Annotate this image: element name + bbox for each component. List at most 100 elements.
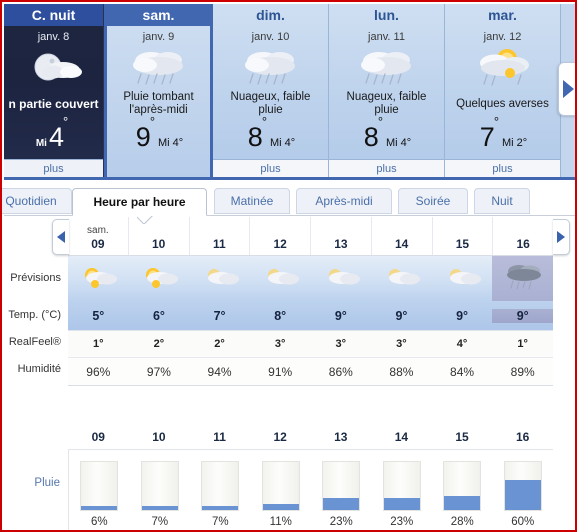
tab-soiree[interactable]: Soirée bbox=[398, 188, 468, 214]
temp-value: 8° bbox=[274, 308, 287, 323]
tab-nuit[interactable]: Nuit bbox=[474, 188, 530, 214]
rain-bar-fill bbox=[81, 506, 118, 510]
rain-bar-column: 23% bbox=[372, 450, 433, 530]
daily-card-temperatures: 8° Mi 4° bbox=[362, 114, 412, 153]
daily-card-more-link[interactable]: plus bbox=[213, 159, 328, 177]
daily-card-tuesday[interactable]: mar. janv. 12 Quelques averses 7° Mi 2° … bbox=[445, 4, 561, 177]
temp-prefix: Mi bbox=[35, 138, 47, 149]
rain-bar-column: 28% bbox=[432, 450, 493, 530]
rain-hour-label: 15 bbox=[455, 430, 469, 444]
realfeel-value: 4° bbox=[456, 338, 468, 350]
tab-label: Matinée bbox=[230, 194, 274, 208]
rain-bar bbox=[503, 461, 542, 511]
realfeel-value: 2° bbox=[153, 338, 165, 350]
rain-chart-hour-headers: 09 10 11 12 13 14 15 16 bbox=[68, 427, 553, 450]
daily-card-temperatures: 8° Mi 4° bbox=[246, 114, 295, 153]
rain-bar bbox=[80, 461, 119, 511]
rain-bar bbox=[322, 461, 361, 511]
daily-card-monday[interactable]: lun. janv. 11 Nuageux, faible pluie 8° M… bbox=[329, 4, 445, 177]
hourly-realfeel-row: 1° 2° 2° 3° 3° 3° 4° 1° bbox=[68, 330, 553, 358]
sun-cloud-icon bbox=[371, 256, 432, 301]
hourly-next-arrow-button[interactable] bbox=[553, 219, 570, 255]
rain-bar-value: 7% bbox=[151, 516, 169, 528]
daily-card-name: sam. bbox=[107, 4, 210, 26]
temp-value: 9° bbox=[395, 308, 408, 323]
daily-card-more-link[interactable]: plus bbox=[4, 159, 103, 177]
sun-cloud-icon bbox=[250, 256, 311, 301]
hour-label: 14 bbox=[394, 237, 409, 251]
daily-next-arrow-button[interactable] bbox=[558, 62, 575, 116]
tab-apres-midi[interactable]: Après-midi bbox=[296, 188, 392, 214]
rain-hour-label: 12 bbox=[273, 430, 287, 444]
rain-bar-fill bbox=[383, 498, 420, 510]
humidity-value: 91% bbox=[268, 364, 293, 379]
rain-hour-label: 10 bbox=[152, 430, 166, 444]
tab-matinee[interactable]: Matinée bbox=[214, 188, 290, 214]
daily-card-temperatures: Mi 4° bbox=[35, 114, 71, 153]
chevron-left-icon bbox=[57, 231, 65, 243]
hour-header-cell[interactable]: 11 bbox=[190, 217, 251, 255]
temp-value: 7° bbox=[213, 308, 226, 323]
sun-cloud-icon bbox=[68, 256, 129, 301]
tab-label: Heure par heure bbox=[93, 195, 186, 209]
hour-header-cell[interactable]: 14 bbox=[372, 217, 433, 255]
hour-header-cell[interactable]: 15 bbox=[433, 217, 494, 255]
rain-bar-fill bbox=[141, 506, 178, 510]
hourly-day-tag: sam. bbox=[87, 225, 109, 236]
daily-card-more-link[interactable]: plus bbox=[329, 159, 444, 177]
sun-rain-shower-icon bbox=[465, 46, 541, 90]
realfeel-value: 3° bbox=[396, 338, 407, 350]
hour-label: 12 bbox=[273, 237, 287, 251]
rain-bar bbox=[140, 461, 179, 511]
row-label-realfeel: RealFeel® bbox=[8, 336, 61, 348]
daily-card-date: janv. 9 bbox=[142, 31, 175, 43]
humidity-value: 89% bbox=[510, 364, 535, 379]
temp-value: 5° bbox=[92, 308, 105, 323]
rain-bar-value: 28% bbox=[450, 516, 474, 528]
hourly-prev-arrow-button[interactable] bbox=[52, 219, 69, 255]
daily-card-description: Pluie tombant l'après-midi bbox=[123, 91, 194, 116]
hour-header-cell[interactable]: 16 bbox=[493, 217, 553, 255]
humidity-value: 86% bbox=[328, 364, 353, 379]
hourly-forecast-icon-row bbox=[68, 256, 553, 301]
hourly-columns: sam. 09 10 11 12 13 14 15 16 5° 6° 7° 8°… bbox=[68, 217, 553, 386]
daily-card-tonight[interactable]: C. nuit janv. 8 n partie couvert Mi 4° p… bbox=[4, 4, 104, 177]
row-label-humidity: Humidité bbox=[17, 362, 61, 375]
rain-row-label: Pluie bbox=[34, 477, 60, 489]
daily-card-date: janv. 11 bbox=[368, 31, 405, 43]
daily-card-saturday[interactable]: sam. janv. 9 Pluie tombant l'après-midi … bbox=[104, 4, 213, 177]
hour-label: 10 bbox=[151, 237, 166, 251]
rain-bar bbox=[382, 461, 421, 511]
active-tab-pointer bbox=[137, 216, 153, 224]
daily-card-more-link[interactable]: plus bbox=[445, 159, 560, 177]
daily-card-date: janv. 10 bbox=[251, 31, 290, 43]
rain-probability-chart: 09 10 11 12 13 14 15 16 Pluie 6% 7% 7% 1… bbox=[4, 427, 575, 530]
rain-hour-label: 13 bbox=[334, 430, 348, 444]
temp-high: 8° bbox=[247, 114, 267, 152]
temp-value: 9° bbox=[456, 308, 469, 323]
realfeel-value: 2° bbox=[214, 338, 225, 350]
temp-low: Mi 4° bbox=[386, 137, 412, 149]
sun-cloud-icon bbox=[189, 256, 250, 301]
rain-bars-container: 6% 7% 7% 11% 23% 23% 28% 60% bbox=[68, 450, 553, 530]
weather-widget-frame: C. nuit janv. 8 n partie couvert Mi 4° p… bbox=[0, 0, 577, 532]
temp-low: Mi 4° bbox=[158, 137, 184, 149]
rain-bar-column: 6% bbox=[69, 450, 130, 530]
rain-bar-value: 11% bbox=[269, 516, 292, 528]
row-label-forecast: Prévisions bbox=[10, 271, 61, 284]
rain-cloud-icon bbox=[492, 256, 553, 301]
hour-label: 15 bbox=[455, 237, 470, 251]
realfeel-value: 3° bbox=[335, 338, 347, 350]
tab-quotidien[interactable]: Quotidien bbox=[2, 188, 72, 214]
daily-card-sunday[interactable]: dim. janv. 10 Nuageux, faible pluie 8° M… bbox=[213, 4, 329, 177]
rain-bar-column: 60% bbox=[493, 450, 554, 530]
tab-label: Après-midi bbox=[315, 194, 373, 208]
rain-bar-column: 7% bbox=[190, 450, 251, 530]
tab-heure-par-heure[interactable]: Heure par heure bbox=[72, 188, 207, 216]
hour-label: 13 bbox=[334, 237, 348, 251]
rain-bar-value: 7% bbox=[211, 516, 229, 528]
hour-header-cell[interactable]: 13 bbox=[311, 217, 372, 255]
hour-header-cell[interactable]: sam. 09 bbox=[68, 217, 129, 255]
realfeel-value: 1° bbox=[93, 338, 104, 350]
hour-header-cell[interactable]: 12 bbox=[250, 217, 311, 255]
